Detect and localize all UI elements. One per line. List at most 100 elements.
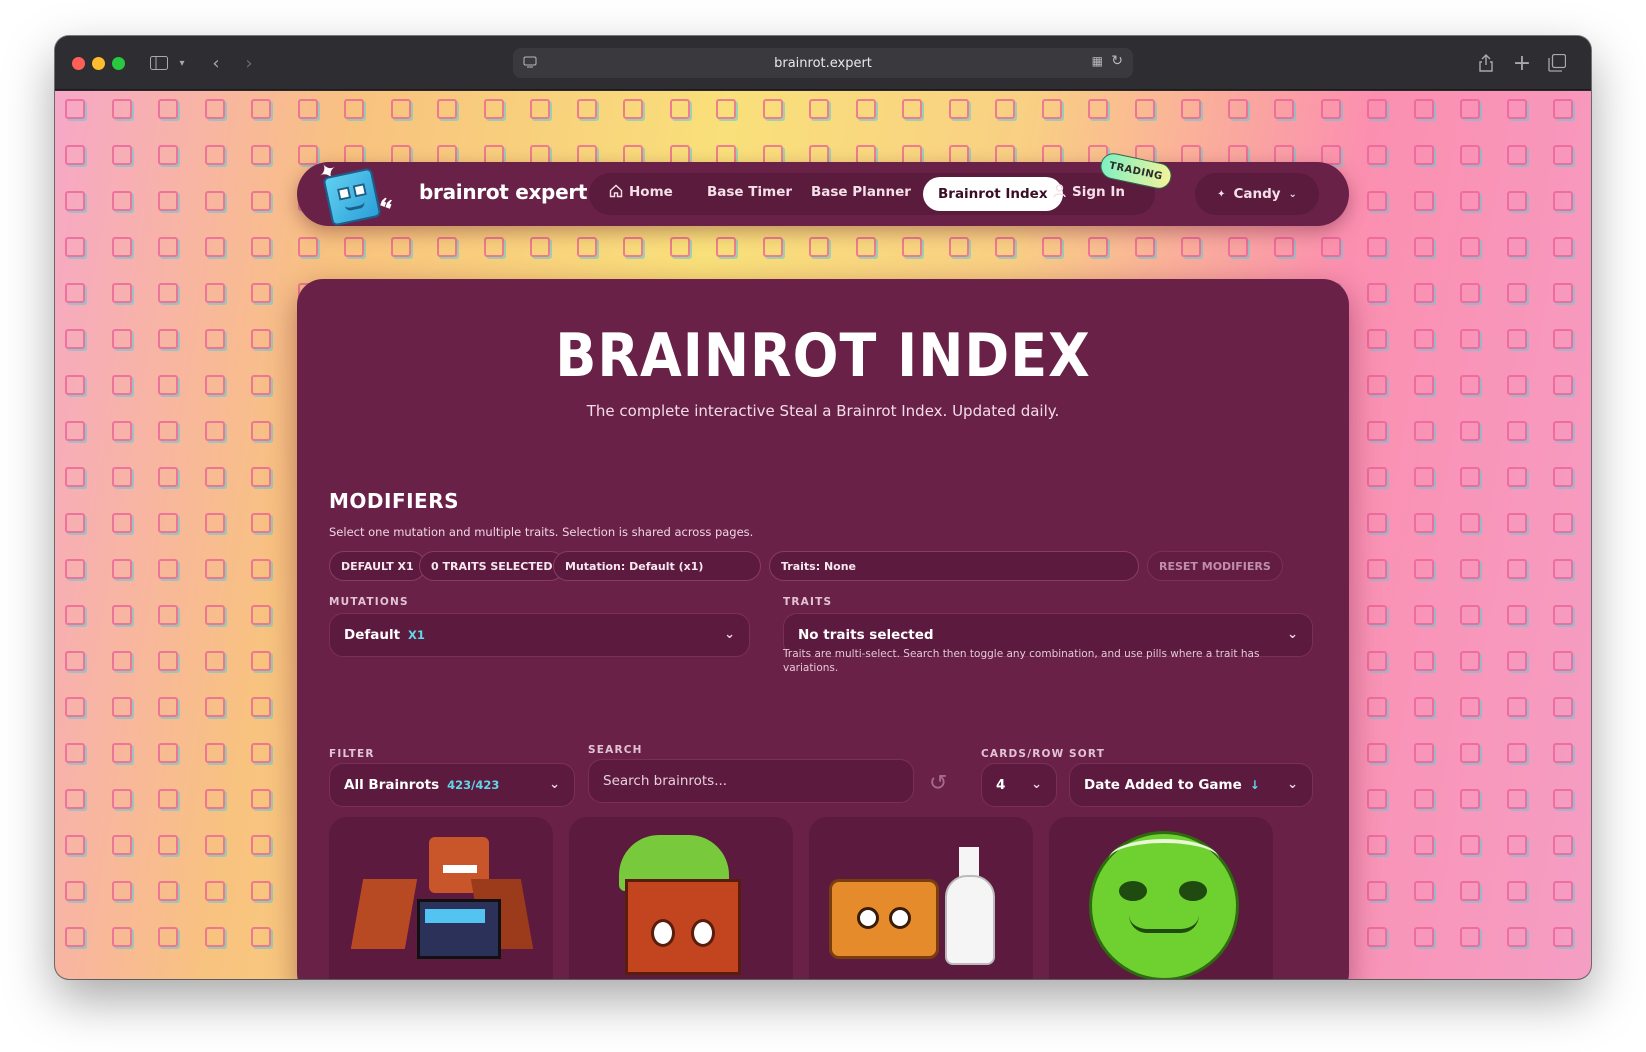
tab-overview-icon[interactable]	[1545, 50, 1569, 76]
pattern-square	[1553, 789, 1573, 809]
pattern-square	[1413, 559, 1434, 579]
nav-base-planner[interactable]: Base Planner	[811, 184, 911, 200]
pattern-square	[390, 99, 411, 119]
brainrot-card[interactable]	[809, 817, 1033, 979]
pattern-square	[111, 421, 132, 441]
brainrot-card[interactable]	[1049, 817, 1273, 979]
modifiers-heading: MODIFIERS	[329, 489, 460, 513]
nav-brainrot-index[interactable]: Brainrot Index	[923, 177, 1063, 211]
pattern-square	[1367, 467, 1387, 487]
pattern-square	[251, 835, 271, 855]
pattern-square	[251, 651, 271, 671]
main-nav: Home Base Timer Base Planner Brainrot In…	[589, 173, 1155, 215]
close-window-button[interactable]	[72, 57, 85, 70]
pattern-square	[1367, 605, 1387, 625]
pattern-square	[111, 835, 132, 855]
nav-sign-in[interactable]: Sign In	[1053, 184, 1125, 202]
pattern-square	[111, 605, 132, 625]
pattern-square	[1553, 835, 1573, 855]
pattern-square	[1553, 881, 1573, 901]
pattern-square	[1506, 99, 1527, 119]
sidebar-toggle-icon[interactable]	[147, 50, 171, 76]
traits-summary-chip[interactable]: Traits: None	[769, 551, 1139, 581]
site-logo[interactable]: ✦ ❝	[297, 157, 417, 227]
pattern-square	[1460, 835, 1480, 855]
reload-icon[interactable]: ↻	[1111, 53, 1123, 69]
share-icon[interactable]	[1475, 50, 1497, 76]
pattern-square	[65, 375, 85, 395]
pattern-square	[1460, 99, 1480, 119]
pattern-square	[65, 559, 85, 579]
brainrot-image	[829, 847, 1019, 977]
chevron-down-icon[interactable]: ▾	[175, 50, 189, 76]
pattern-square	[111, 651, 132, 671]
pattern-square	[623, 237, 643, 257]
pattern-square	[158, 467, 178, 487]
pattern-square	[204, 99, 225, 119]
pattern-square	[1460, 467, 1480, 487]
sort-select[interactable]: Date Added to Game ↓ ⌄	[1069, 763, 1313, 807]
pattern-square	[1413, 191, 1434, 211]
pattern-square	[1553, 513, 1573, 533]
search-label: SEARCH	[588, 744, 643, 756]
pattern-square	[204, 375, 225, 395]
theme-label: Candy	[1233, 186, 1281, 202]
theme-selector[interactable]: ✦ Candy ⌄	[1195, 173, 1319, 215]
nav-base-timer[interactable]: Base Timer	[707, 184, 792, 200]
cards-per-row-select[interactable]: 4 ⌄	[981, 763, 1057, 807]
pattern-square	[1460, 237, 1480, 257]
mutation-chip[interactable]: DEFAULT X1	[329, 551, 426, 581]
sort-direction-icon[interactable]: ↓	[1250, 778, 1260, 792]
pattern-square	[1367, 421, 1387, 441]
pattern-square	[111, 145, 132, 165]
back-arrow-icon[interactable]: ‹	[205, 50, 227, 76]
brand-name[interactable]: brainrot expert	[419, 180, 587, 204]
reset-search-icon[interactable]: ↺	[929, 771, 947, 796]
pattern-square	[1506, 191, 1527, 211]
minimize-window-button[interactable]	[92, 57, 105, 70]
pattern-square	[1367, 697, 1387, 717]
pattern-square	[1367, 283, 1387, 303]
pattern-square	[1413, 743, 1434, 763]
new-tab-icon[interactable]: +	[1511, 50, 1533, 76]
pattern-square	[204, 835, 225, 855]
search-input[interactable]: Search brainrots...	[588, 759, 914, 803]
brainrot-card[interactable]	[329, 817, 553, 979]
pattern-square	[1274, 99, 1294, 119]
nav-home[interactable]: Home	[609, 184, 673, 202]
pattern-square	[65, 697, 85, 717]
pattern-square	[158, 283, 178, 303]
pattern-square	[65, 743, 85, 763]
pattern-square	[1506, 927, 1527, 947]
pattern-square	[344, 237, 364, 257]
mutations-select[interactable]: Default X1 ⌄	[329, 613, 750, 657]
pattern-square	[204, 881, 225, 901]
pattern-square	[65, 145, 85, 165]
pattern-square	[1506, 697, 1527, 717]
pattern-square	[995, 99, 1015, 119]
brainrot-card[interactable]	[569, 817, 793, 979]
translate-icon[interactable]: ▦	[1092, 54, 1103, 68]
page-settings-icon[interactable]	[523, 55, 537, 69]
maximize-window-button[interactable]	[112, 57, 125, 70]
pattern-square	[1553, 375, 1573, 395]
pattern-square	[1367, 191, 1387, 211]
pattern-square	[65, 605, 85, 625]
reset-modifiers-button[interactable]: RESET MODIFIERS	[1147, 551, 1283, 581]
pattern-square	[1553, 467, 1573, 487]
pattern-square	[762, 237, 783, 257]
forward-arrow-icon[interactable]: ›	[238, 50, 260, 76]
pattern-square	[204, 237, 225, 257]
mutations-label: MUTATIONS	[329, 596, 409, 608]
address-bar[interactable]: brainrot.expert ▦ ↻	[513, 48, 1133, 78]
pattern-square	[65, 881, 85, 901]
pattern-square	[1181, 237, 1201, 257]
pattern-square	[1506, 605, 1527, 625]
mutation-summary-chip[interactable]: Mutation: Default (x1)	[553, 551, 761, 581]
pattern-square	[1553, 421, 1573, 441]
traits-count-chip[interactable]: 0 TRAITS SELECTED	[419, 551, 565, 581]
pattern-square	[716, 99, 736, 119]
chevron-down-icon: ⌄	[1031, 777, 1042, 792]
filter-select[interactable]: All Brainrots 423/423 ⌄	[329, 763, 575, 807]
cards-per-row-label: CARDS/ROW	[981, 748, 1065, 760]
